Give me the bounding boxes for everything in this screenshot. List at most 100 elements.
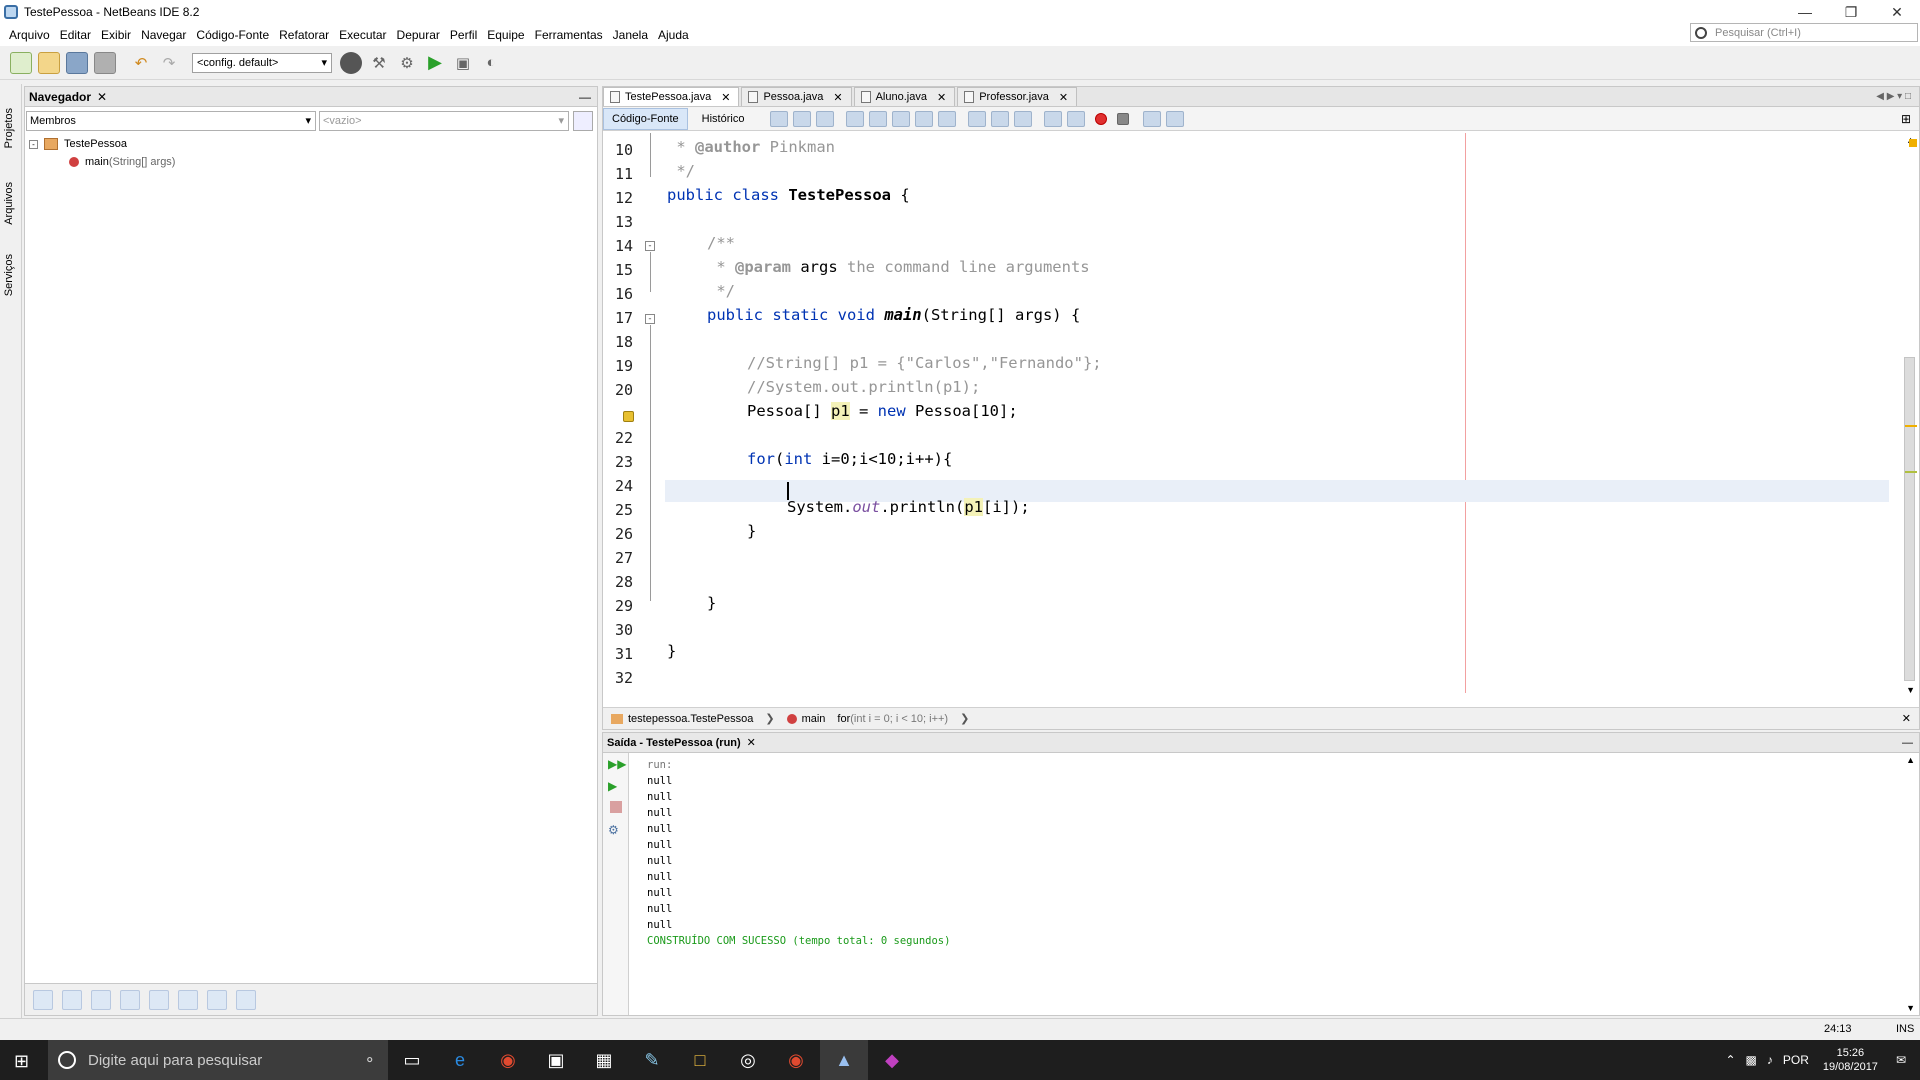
tab-nav-arrows-icon[interactable]: ◀ ▶ ▾ □ [1876,91,1911,102]
close-output-icon[interactable]: ✕ [747,736,756,749]
stop-macro-icon[interactable] [1117,112,1130,125]
tab-pessoa[interactable]: Pessoa.java ✕ [741,87,852,106]
php-app-icon[interactable]: ◆ [868,1040,916,1080]
tab-historico[interactable]: Histórico [694,108,753,130]
chrome-user-icon[interactable]: ◉ [772,1040,820,1080]
menu-editar[interactable]: Editar [55,28,96,42]
menu-ajuda[interactable]: Ajuda [653,28,694,42]
menu-depurar[interactable]: Depurar [392,28,445,42]
config-select[interactable]: <config. default> [192,52,332,73]
prev-bookmark-icon[interactable] [968,110,987,127]
menu-ferramentas[interactable]: Ferramentas [530,28,608,42]
error-stripe-marker[interactable] [1909,139,1917,147]
scroll-down-icon[interactable]: ▼ [1906,685,1915,695]
close-tab-icon[interactable]: ✕ [833,91,842,104]
input-language[interactable]: POR [1783,1053,1809,1067]
minimize-button[interactable]: — [1782,0,1828,24]
toggle-rect-select-icon[interactable] [938,110,957,127]
code-area[interactable]: 10 11 12 13 14 15 16 17 18 19 20 22 23 2… [603,133,1891,701]
filter-nonpublic-icon[interactable] [120,989,140,1010]
menu-codigo-fonte[interactable]: Código-Fonte [191,28,274,42]
menu-navegar[interactable]: Navegar [136,28,191,42]
stop-icon[interactable] [610,801,622,813]
menu-refatorar[interactable]: Refatorar [274,28,334,42]
tree-item-method[interactable]: main (String[] args) [29,153,175,171]
last-edit-icon[interactable] [770,110,789,127]
collapse-icon[interactable]: - [29,139,38,149]
fold-collapse-icon[interactable]: - [645,314,655,324]
warning-stripe-marker[interactable] [1905,425,1917,427]
rerun-icon[interactable]: ▶▶ [608,757,626,773]
toggle-bookmark-icon[interactable] [1014,110,1033,127]
profile-icon[interactable]: ◐ [480,52,502,74]
filter-options-icon[interactable] [573,111,593,131]
start-macro-icon[interactable] [1095,112,1108,125]
shift-right-icon[interactable] [1067,110,1086,127]
build-hammer-icon[interactable]: ⚒ [368,52,390,74]
minimize-panel-icon[interactable]: — [579,90,591,104]
back-icon[interactable] [793,110,812,127]
filter-inherited-icon[interactable] [33,989,53,1010]
members-filter-select[interactable]: Membros [26,111,316,131]
output-scroll-up-icon[interactable]: ▲ [1906,755,1915,765]
filter-inner-classes-icon[interactable] [149,989,169,1010]
open-project-icon[interactable] [66,51,88,74]
menu-arquivo[interactable]: Arquivo [4,28,55,42]
menu-exibir[interactable]: Exibir [96,28,136,42]
close-tab-icon[interactable]: ✕ [937,91,946,104]
menu-janela[interactable]: Janela [608,28,653,42]
warning-lightbulb-icon[interactable] [623,411,634,422]
forward-icon[interactable] [816,110,835,127]
filter-fields-icon[interactable] [62,989,82,1010]
tab-arquivos[interactable]: Arquivos [3,182,15,225]
store-icon[interactable]: ▣ [532,1040,580,1080]
save-all-icon[interactable] [94,51,116,74]
network-icon[interactable]: ▩ [1746,1053,1757,1067]
tree-item-class[interactable]: - TestePessoa [29,135,175,153]
action-center-icon[interactable]: ✉ [1896,1053,1906,1067]
clean-build-icon[interactable]: ⚙ [396,52,418,74]
maximize-button[interactable]: ❐ [1828,0,1874,24]
empty-filter-select[interactable]: <vazio> [319,111,569,131]
groove-icon[interactable]: ◎ [724,1040,772,1080]
notepad-icon[interactable]: ✎ [628,1040,676,1080]
editor-scroll-thumb[interactable] [1904,357,1915,681]
find-previous-icon[interactable] [869,110,888,127]
close-tab-icon[interactable]: ✕ [721,91,730,104]
filter-static-icon[interactable] [91,989,111,1010]
close-breadcrumb-icon[interactable]: ✕ [1902,712,1911,725]
uncomment-icon[interactable] [1166,110,1185,127]
close-button[interactable]: ✕ [1874,0,1920,24]
breadcrumb-class[interactable]: testepessoa.TestePessoa [611,713,753,725]
tab-professor[interactable]: Professor.java ✕ [957,87,1078,106]
task-view-icon[interactable]: ▭ [388,1040,436,1080]
settings-icon[interactable]: ⚙ [608,823,624,839]
netbeans-taskbar-icon[interactable]: ▲ [820,1040,868,1080]
tab-codigo-fonte[interactable]: Código-Fonte [603,107,688,130]
fold-collapse-icon[interactable]: - [645,241,655,251]
calculator-icon[interactable]: ▦ [580,1040,628,1080]
sort-by-source-icon[interactable] [236,989,256,1010]
tab-projetos[interactable]: Projetos [3,108,15,148]
comment-icon[interactable] [1143,110,1162,127]
filter-fqn-icon[interactable] [178,989,198,1010]
close-tab-icon[interactable]: ✕ [1059,91,1068,104]
taskbar-search[interactable]: Digite aqui para pesquisar ⚬ [48,1040,388,1080]
rerun-with-params-icon[interactable]: ▶ [608,779,624,795]
output-console[interactable]: run: null null null null null null null … [647,757,950,949]
windows-start-icon[interactable]: ⊞ [14,1051,29,1072]
file-explorer-icon[interactable]: □ [676,1040,724,1080]
menu-executar[interactable]: Executar [334,28,391,42]
new-project-icon[interactable] [10,51,32,74]
search-input[interactable]: Pesquisar (Ctrl+I) [1690,23,1918,42]
run-icon[interactable]: ▶ [424,52,446,74]
microphone-icon[interactable]: ⚬ [363,1051,376,1069]
find-icon[interactable] [846,110,865,127]
toggle-highlight-icon[interactable] [915,110,934,127]
chrome-icon[interactable]: ◉ [484,1040,532,1080]
minimize-output-icon[interactable]: — [1902,737,1913,749]
navigator-close-icon[interactable]: ✕ [97,90,107,104]
tab-servicos[interactable]: Serviços [3,254,15,296]
split-editor-icon[interactable]: ⊞ [1901,112,1911,126]
output-scroll-down-icon[interactable]: ▼ [1906,1003,1915,1013]
